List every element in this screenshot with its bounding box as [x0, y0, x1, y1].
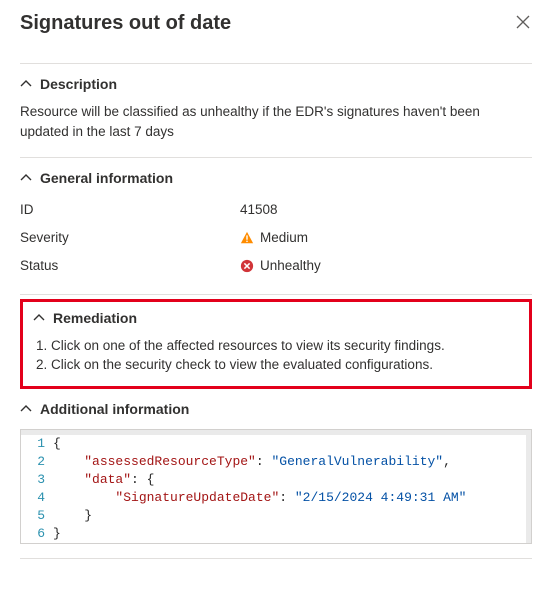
section-description: Description Resource will be classified …	[20, 64, 532, 158]
json-key: "data"	[84, 472, 131, 487]
section-remediation-wrapper: Remediation Click on one of the affected…	[20, 299, 532, 389]
close-button[interactable]	[514, 12, 532, 34]
code-text: "SignatureUpdateDate": "2/15/2024 4:49:3…	[53, 489, 526, 507]
label-id: ID	[20, 200, 240, 220]
json-key: "SignatureUpdateDate"	[115, 490, 279, 505]
section-description-title: Description	[40, 76, 117, 92]
chevron-up-icon	[33, 312, 45, 324]
value-id: 41508	[240, 200, 278, 220]
section-general-body: ID 41508 Severity Medium Status Unhealth…	[20, 192, 532, 281]
json-string: "2/15/2024 4:49:31 AM"	[295, 490, 467, 505]
remediation-steps: Click on one of the affected resources t…	[33, 336, 519, 374]
section-description-header[interactable]: Description	[20, 74, 532, 98]
row-id: ID 41508	[20, 196, 532, 224]
chevron-up-icon	[20, 78, 32, 90]
section-general-header[interactable]: General information	[20, 168, 532, 192]
panel-title: Signatures out of date	[20, 12, 231, 35]
json-string: "GeneralVulnerability"	[271, 454, 443, 469]
section-remediation-header[interactable]: Remediation	[33, 310, 519, 332]
section-additional-title: Additional information	[40, 401, 189, 417]
code-line: 5 }	[21, 507, 526, 525]
remediation-highlight: Remediation Click on one of the affected…	[20, 299, 532, 389]
row-severity: Severity Medium	[20, 224, 532, 252]
code-text: }	[53, 525, 526, 543]
code-line: 4 "SignatureUpdateDate": "2/15/2024 4:49…	[21, 489, 526, 507]
line-number: 4	[21, 489, 53, 507]
error-icon	[240, 259, 254, 273]
json-code-box: 1{ 2 "assessedResourceType": "GeneralVul…	[20, 429, 532, 544]
line-number: 1	[21, 435, 53, 453]
section-general: General information ID 41508 Severity Me…	[20, 158, 532, 296]
remediation-step-2: Click on the security check to view the …	[51, 355, 519, 374]
section-remediation-title: Remediation	[53, 310, 137, 326]
label-status: Status	[20, 256, 240, 276]
remediation-step-1: Click on one of the affected resources t…	[51, 336, 519, 355]
label-severity: Severity	[20, 228, 240, 248]
panel-header: Signatures out of date	[20, 12, 532, 64]
chevron-up-icon	[20, 403, 32, 415]
section-description-body: Resource will be classified as unhealthy…	[20, 98, 532, 143]
code-text: "assessedResourceType": "GeneralVulnerab…	[53, 453, 526, 471]
section-general-title: General information	[40, 170, 173, 186]
section-additional: Additional information 1{ 2 "assessedRes…	[20, 389, 532, 559]
code-line: 6}	[21, 525, 526, 543]
json-code-scroll[interactable]: 1{ 2 "assessedResourceType": "GeneralVul…	[21, 430, 531, 543]
code-line: 1{	[21, 435, 526, 453]
json-key: "assessedResourceType"	[84, 454, 256, 469]
code-line: 3 "data": {	[21, 471, 526, 489]
line-number: 3	[21, 471, 53, 489]
code-line: 2 "assessedResourceType": "GeneralVulner…	[21, 453, 526, 471]
value-status: Unhealthy	[260, 256, 321, 276]
row-status: Status Unhealthy	[20, 252, 532, 280]
code-text: }	[53, 507, 526, 525]
details-panel: Signatures out of date Description Resou…	[0, 0, 552, 579]
value-severity-wrap: Medium	[240, 228, 308, 248]
section-additional-header[interactable]: Additional information	[20, 399, 532, 423]
code-text: {	[53, 435, 526, 453]
line-number: 5	[21, 507, 53, 525]
warning-icon	[240, 231, 254, 245]
line-number: 6	[21, 525, 53, 543]
chevron-up-icon	[20, 172, 32, 184]
code-text: "data": {	[53, 471, 526, 489]
close-icon	[516, 15, 530, 29]
line-number: 2	[21, 453, 53, 471]
value-severity: Medium	[260, 228, 308, 248]
value-status-wrap: Unhealthy	[240, 256, 321, 276]
